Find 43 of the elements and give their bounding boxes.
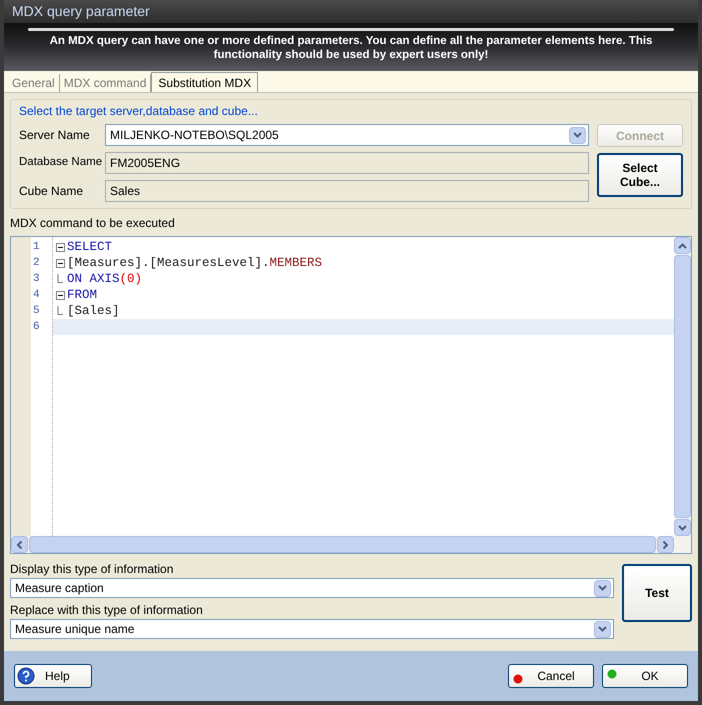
line-number: 1 [32, 240, 41, 255]
server-name-dropdown[interactable]: MILJENKO-NOTEBO\SQL2005 [105, 124, 589, 146]
help-icon [17, 667, 35, 685]
help-button[interactable]: Help [14, 664, 92, 688]
code-line: ON AXIS(0) [67, 270, 142, 288]
scroll-up-icon[interactable] [674, 237, 691, 254]
line-number: 5 [32, 304, 41, 319]
display-type-dropdown[interactable]: Measure caption [10, 578, 614, 598]
code-line: [Measures].[MeasuresLevel].MEMBERS [67, 254, 322, 272]
scroll-right-icon[interactable] [657, 536, 674, 553]
go-dot-icon [607, 669, 617, 679]
display-type-label: Display this type of information [10, 561, 174, 578]
code-editor[interactable]: 1 2 3 4 5 6 SELECT [Measures].[MeasuresLevel].MEMBERS ON AXIS(0) FROM [Sales] [10, 236, 692, 554]
code-line: FROM [67, 286, 98, 304]
scroll-down-icon[interactable] [674, 519, 691, 536]
replace-type-label: Replace with this type of information [10, 602, 203, 619]
editor-label: MDX command to be executed [10, 215, 175, 232]
code-line: [Sales] [67, 302, 120, 320]
replace-type-dropdown[interactable]: Measure unique name [10, 619, 614, 639]
test-button[interactable]: Test [622, 564, 692, 622]
line-number: 4 [32, 288, 41, 303]
select-cube-button[interactable]: Select Cube... [597, 153, 683, 197]
database-name-field[interactable]: FM2005ENG [105, 152, 589, 174]
database-name-label: Database Name [19, 155, 104, 170]
group-title: Select the target server,database and cube... [19, 103, 258, 120]
server-name-label: Server Name [19, 127, 91, 144]
scroll-left-icon[interactable] [11, 536, 28, 553]
ok-button[interactable]: OK [602, 664, 688, 688]
cancel-button[interactable]: Cancel [508, 664, 594, 688]
collapse-icon[interactable] [56, 258, 64, 268]
line-number: 6 [32, 320, 41, 335]
cube-name-field[interactable]: Sales [105, 180, 589, 202]
collapse-icon[interactable] [56, 242, 64, 252]
info-banner-text: An MDX query can have one or more defined parameters. You can define all the parameter elements here. This functionality should be used by expert users only! [48, 34, 654, 62]
cube-name-label: Cube Name [19, 183, 84, 200]
tab[interactable]: General [8, 74, 60, 92]
tab[interactable]: Substitution MDX [151, 72, 258, 92]
code-line: SELECT [67, 238, 112, 256]
window-title: MDX query parameter [12, 2, 150, 21]
stop-dot-icon [513, 674, 523, 684]
line-number: 2 [32, 256, 41, 271]
collapse-icon[interactable] [56, 290, 64, 300]
line-number: 3 [32, 272, 41, 287]
